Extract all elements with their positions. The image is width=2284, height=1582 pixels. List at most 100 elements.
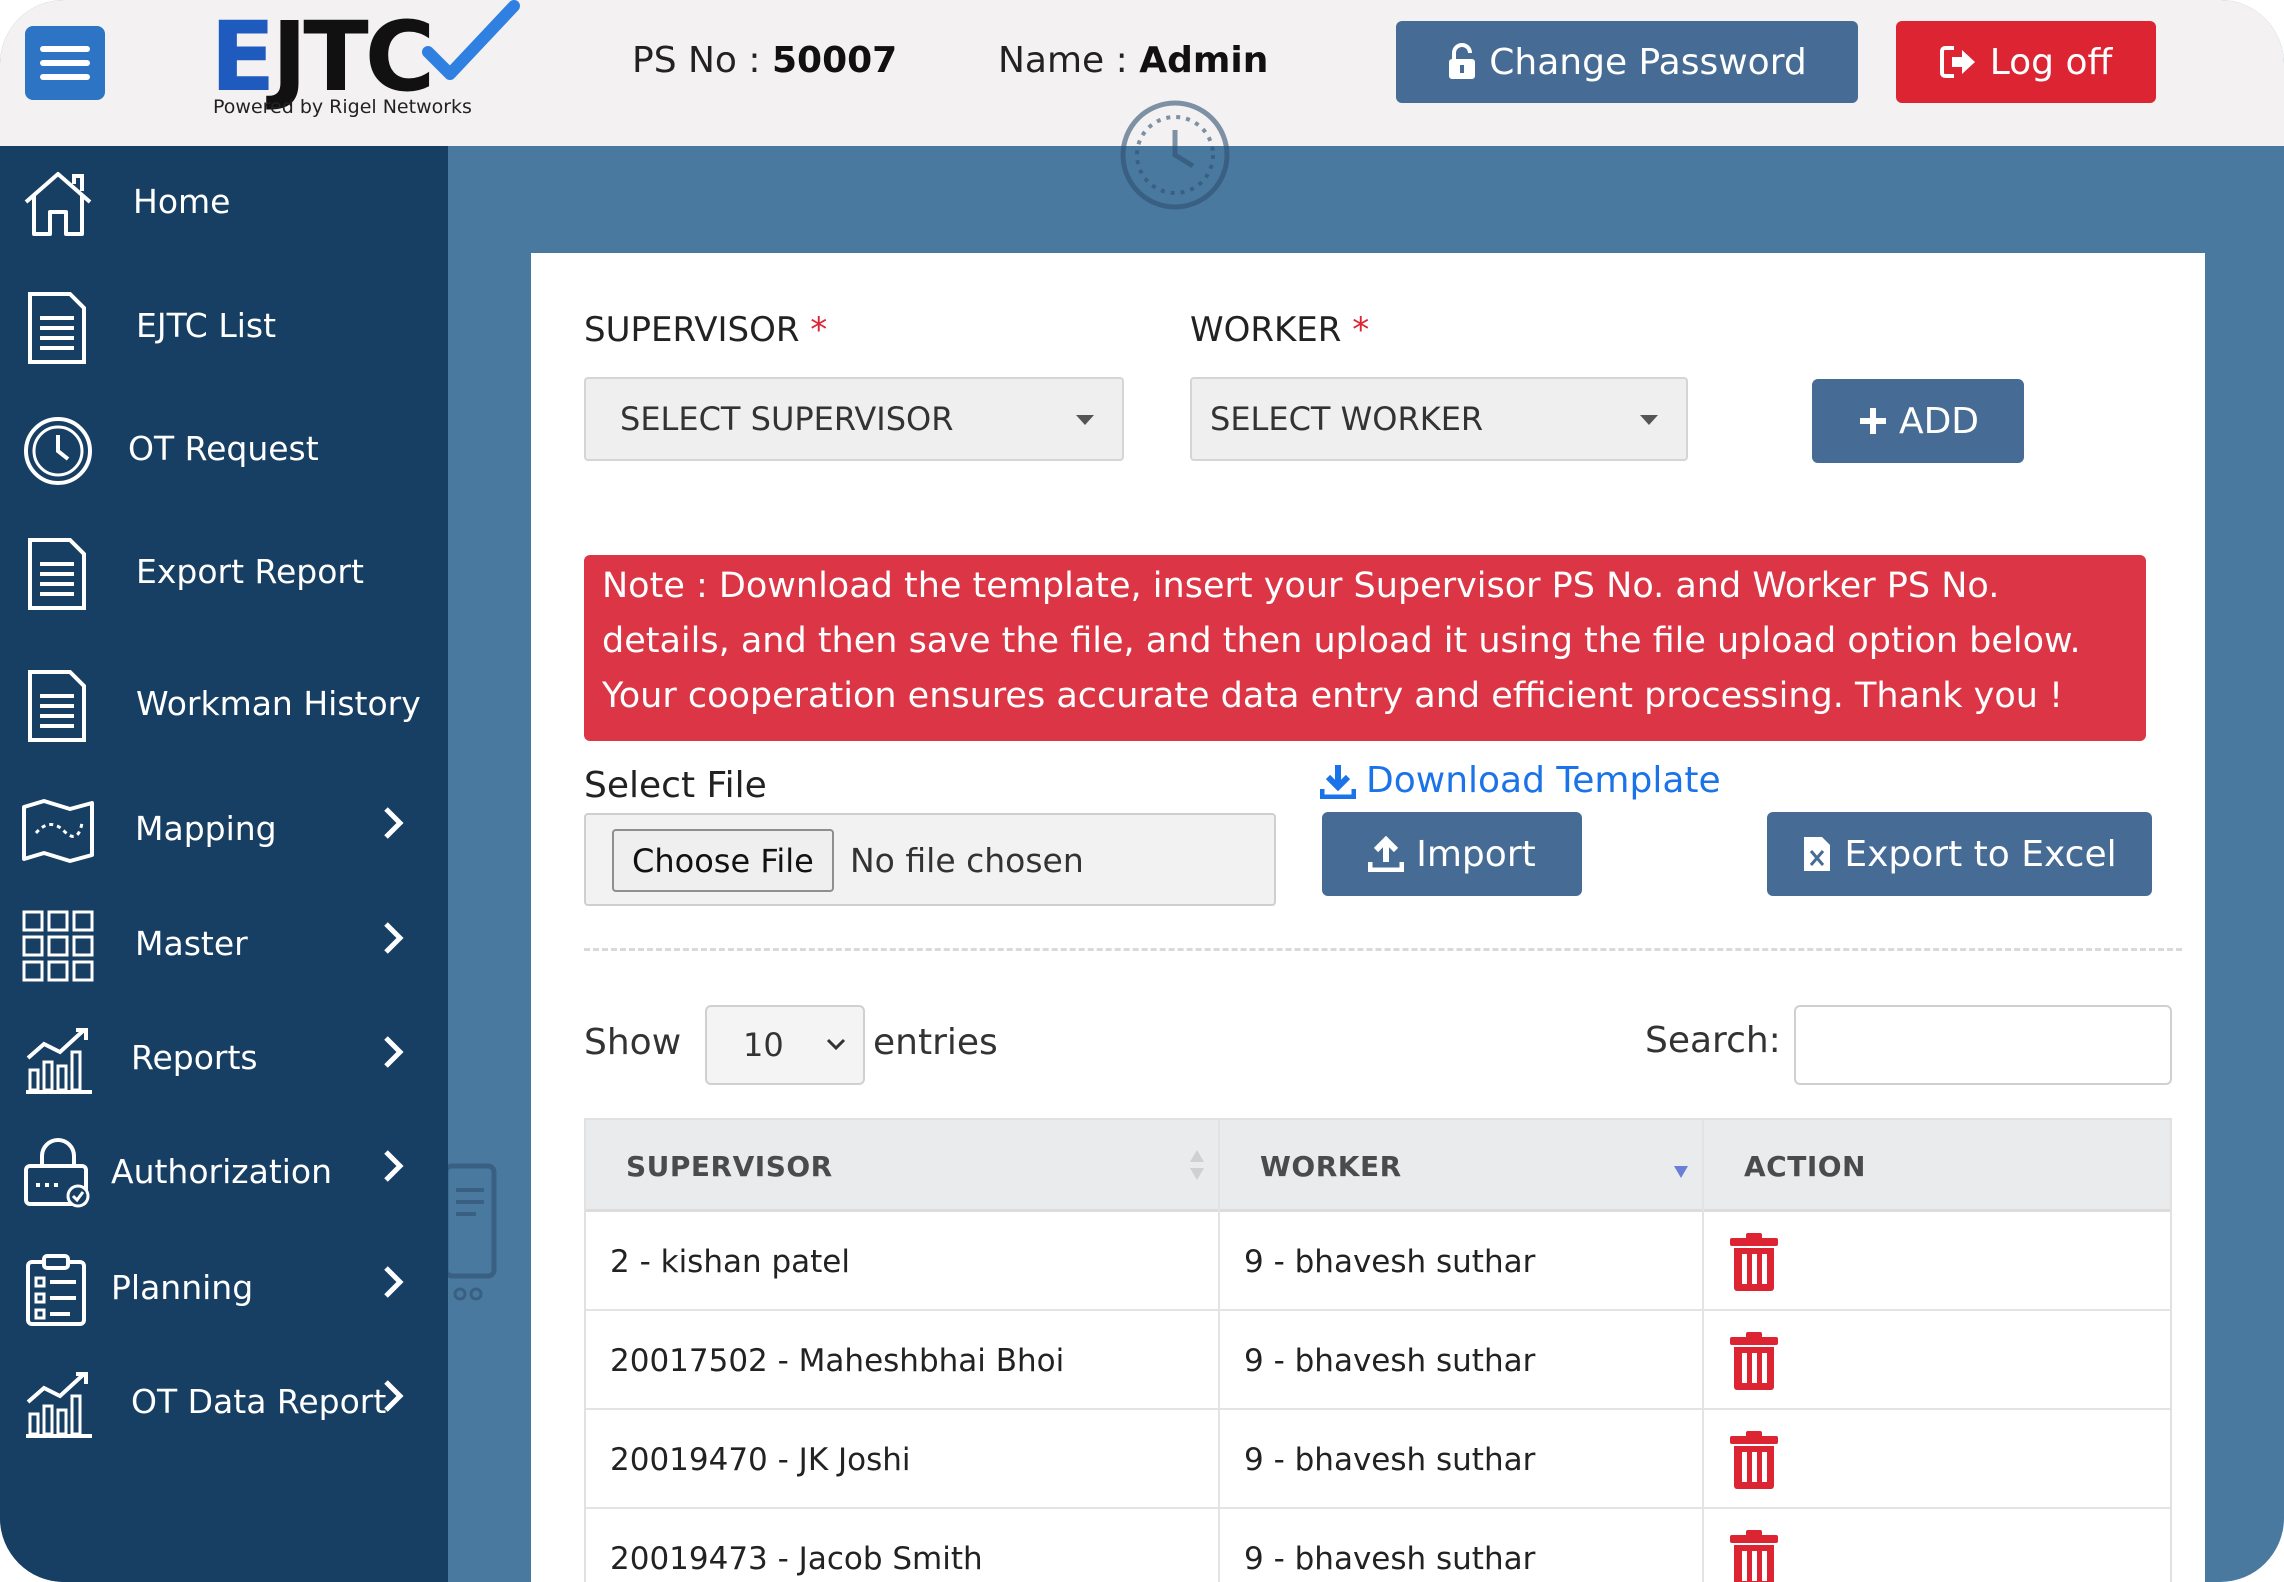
grid-icon <box>22 910 94 982</box>
delete-icon[interactable] <box>1728 1331 1780 1391</box>
delete-icon[interactable] <box>1728 1232 1780 1292</box>
cell-supervisor: 20017502 - Maheshbhai Bhoi <box>586 1311 1220 1410</box>
sidebar-item-ot-data-report[interactable]: OT Data Report <box>0 1358 448 1448</box>
sidebar-label-ot-request: OT Request <box>128 429 319 468</box>
sidebar-label-export-report: Export Report <box>136 552 364 591</box>
logo-subtitle: Powered by Rigel Networks <box>213 96 472 118</box>
choose-file-button[interactable]: Choose File <box>612 829 834 892</box>
show-label: Show <box>584 1022 682 1063</box>
ps-number: PS No : 50007 <box>632 40 898 81</box>
section-divider <box>584 948 2182 951</box>
cell-action <box>1704 1410 2174 1509</box>
sidebar-label-master: Master <box>135 924 248 963</box>
cell-action <box>1704 1212 2174 1311</box>
sidebar-label-workman-history: Workman History <box>136 684 421 723</box>
import-label: Import <box>1416 833 1536 875</box>
cell-worker: 9 - bhavesh suthar <box>1220 1509 1704 1582</box>
download-icon <box>1320 764 1356 799</box>
chevron-right-icon <box>384 1036 404 1068</box>
plus-icon <box>1859 408 1886 434</box>
sidebar-item-planning[interactable]: Planning <box>0 1244 448 1334</box>
caret-down-icon <box>1640 415 1658 425</box>
chevron-down-icon <box>826 1038 846 1051</box>
download-template-link[interactable]: Download Template <box>1320 760 1721 801</box>
chevron-right-icon <box>384 1266 404 1298</box>
entries-label: entries <box>873 1022 998 1063</box>
chevron-right-icon <box>384 1150 404 1182</box>
change-password-label: Change Password <box>1489 41 1807 83</box>
entries-per-page-select[interactable]: 10 <box>705 1005 865 1085</box>
sidebar-item-export-report[interactable]: Export Report <box>0 528 448 618</box>
export-to-excel-label: Export to Excel <box>1844 833 2117 875</box>
document-icon <box>28 538 86 610</box>
table-row: 2 - kishan patel 9 - bhavesh suthar <box>586 1212 2170 1311</box>
sidebar-item-home[interactable]: Home <box>0 158 448 248</box>
worker-select-value: SELECT WORKER <box>1210 400 1484 438</box>
user-name: Name : Admin <box>998 40 1269 81</box>
cell-worker: 9 - bhavesh suthar <box>1220 1410 1704 1509</box>
log-off-button[interactable]: Log off <box>1896 21 2156 103</box>
sidebar-item-mapping[interactable]: Mapping <box>0 785 448 875</box>
table-header: SUPERVISOR WORKER ACTION <box>586 1120 2170 1212</box>
required-mark: * <box>1352 310 1370 350</box>
search-input[interactable] <box>1794 1005 2172 1085</box>
column-header-worker[interactable]: WORKER <box>1220 1120 1704 1212</box>
clock-decoration-icon <box>1120 100 1230 210</box>
change-password-button[interactable]: Change Password <box>1396 21 1858 103</box>
sidebar-item-reports[interactable]: Reports <box>0 1014 448 1104</box>
delete-icon[interactable] <box>1728 1529 1780 1582</box>
sidebar-item-ejtc-list[interactable]: EJTC List <box>0 282 448 372</box>
menu-toggle-button[interactable] <box>25 26 105 100</box>
sort-descending-icon <box>1674 1166 1688 1178</box>
sidebar-item-authorization[interactable]: Authorization <box>0 1128 448 1218</box>
caret-down-icon <box>1076 415 1094 425</box>
download-template-label: Download Template <box>1366 760 1721 801</box>
table-row: 20019470 - JK Joshi 9 - bhavesh suthar <box>586 1410 2170 1509</box>
chart-icon <box>26 1372 92 1438</box>
cell-worker: 9 - bhavesh suthar <box>1220 1212 1704 1311</box>
sidebar-label-planning: Planning <box>111 1268 254 1307</box>
sidebar-label-reports: Reports <box>131 1038 258 1077</box>
import-button[interactable]: Import <box>1322 812 1582 896</box>
worker-select[interactable]: SELECT WORKER <box>1190 377 1688 461</box>
excel-file-icon <box>1804 837 1831 871</box>
file-input[interactable]: Choose File No file chosen <box>584 813 1276 906</box>
no-file-text: No file chosen <box>850 841 1084 880</box>
cell-supervisor: 20019470 - JK Joshi <box>586 1410 1220 1509</box>
delete-icon[interactable] <box>1728 1430 1780 1490</box>
column-header-supervisor[interactable]: SUPERVISOR <box>586 1120 1220 1212</box>
sidebar-label-mapping: Mapping <box>135 809 277 848</box>
select-file-label: Select File <box>584 765 767 806</box>
cell-action <box>1704 1509 2174 1582</box>
supervisor-select-value: SELECT SUPERVISOR <box>620 400 954 438</box>
add-button-label: ADD <box>1898 400 1980 442</box>
sort-icon <box>1190 1150 1204 1180</box>
cell-supervisor: 2 - kishan patel <box>586 1212 1220 1311</box>
sidebar-item-workman-history[interactable]: Workman History <box>0 660 448 750</box>
cell-worker: 9 - bhavesh suthar <box>1220 1311 1704 1410</box>
map-icon <box>22 799 94 863</box>
cell-action <box>1704 1311 2174 1410</box>
chevron-right-icon <box>384 807 404 839</box>
sidebar-label-home: Home <box>133 182 231 221</box>
supervisor-select[interactable]: SELECT SUPERVISOR <box>584 377 1124 461</box>
clock-icon <box>24 417 92 485</box>
chevron-right-icon <box>384 1380 404 1412</box>
document-icon <box>28 292 86 364</box>
cell-supervisor: 20019473 - Jacob Smith <box>586 1509 1220 1582</box>
entries-per-page-value: 10 <box>743 1026 784 1064</box>
sidebar-label-authorization: Authorization <box>111 1152 333 1191</box>
export-to-excel-button[interactable]: Export to Excel <box>1767 812 2152 896</box>
required-mark: * <box>810 310 828 350</box>
clipboard-icon <box>26 1254 86 1326</box>
search-label: Search: <box>1645 1020 1781 1061</box>
sidebar-item-master[interactable]: Master <box>0 900 448 990</box>
add-button[interactable]: ADD <box>1812 379 2024 463</box>
unlock-icon <box>1449 43 1476 79</box>
home-icon <box>24 172 92 236</box>
device-decoration-icon <box>443 1163 497 1301</box>
upload-icon <box>1368 836 1405 872</box>
mapping-table: SUPERVISOR WORKER ACTION 2 - kishan pate… <box>584 1118 2172 1582</box>
chart-icon <box>26 1028 92 1094</box>
sidebar-item-ot-request[interactable]: OT Request <box>0 405 448 495</box>
